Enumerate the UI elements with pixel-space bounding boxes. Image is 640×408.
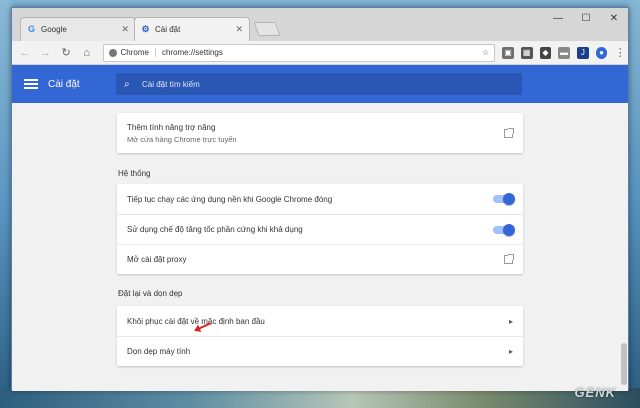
profile-avatar-icon[interactable]: ● xyxy=(595,46,608,59)
restore-defaults-row[interactable]: Khôi phục cài đặt về mặc định ban đầu ▸ xyxy=(117,306,523,336)
tab-label: Google xyxy=(41,25,67,34)
settings-header: Cài đặt ⌕ xyxy=(12,65,628,103)
scrollbar-thumb[interactable] xyxy=(621,343,627,385)
section-heading-reset: Đặt lại và dọn dẹp xyxy=(118,289,183,298)
tab-strip: G Google ✕ ⚙ Cài đặt ✕ — ☐ ✕ xyxy=(12,8,628,41)
address-bar[interactable]: Chrome chrome://settings ☆ xyxy=(102,43,496,62)
proxy-settings-row[interactable]: Mở cài đặt proxy xyxy=(117,244,523,274)
external-link-icon[interactable] xyxy=(504,254,514,264)
chevron-right-icon: ▸ xyxy=(508,316,513,326)
section-heading-system: Hệ thống xyxy=(118,169,151,178)
forward-arrow-icon[interactable]: → xyxy=(38,45,54,61)
cleanup-computer-row[interactable]: Dọn dẹp máy tính ▸ xyxy=(117,336,523,366)
tab-label: Cài đặt xyxy=(155,25,181,34)
genk-watermark: GENK xyxy=(574,385,616,400)
desktop-background-right xyxy=(628,0,640,408)
row-subtitle: Mở cửa hàng Chrome trực tuyến xyxy=(127,134,237,144)
desktop-background-bottom xyxy=(0,388,640,408)
home-icon[interactable]: ⌂ xyxy=(79,45,95,61)
external-link-icon[interactable] xyxy=(504,127,514,138)
tab-close-icon[interactable]: ✕ xyxy=(121,24,129,35)
tab-close-icon[interactable]: ✕ xyxy=(235,24,243,35)
row-label: Khôi phục cài đặt về mặc định ban đầu xyxy=(127,316,265,326)
hardware-acceleration-toggle[interactable] xyxy=(493,223,515,236)
j-extension-icon[interactable]: J xyxy=(576,46,589,59)
row-label: Dọn dẹp máy tính xyxy=(127,347,191,356)
maximize-button[interactable]: ☐ xyxy=(572,13,600,24)
back-arrow-icon[interactable]: ← xyxy=(17,45,33,61)
chevron-right-icon: ▸ xyxy=(508,347,513,356)
google-g-icon: G xyxy=(27,24,35,34)
new-tab-button[interactable] xyxy=(253,22,281,36)
minimize-button[interactable]: — xyxy=(544,13,572,24)
bookmark-star-icon[interactable]: ☆ xyxy=(482,48,489,57)
search-icon: ⌕ xyxy=(124,78,130,90)
system-card: Tiếp tục chạy các ứng dụng nền khi Googl… xyxy=(117,184,523,274)
chrome-window: G Google ✕ ⚙ Cài đặt ✕ — ☐ ✕ ← → ↻ ⌂ Chr… xyxy=(11,7,629,391)
background-apps-row[interactable]: Tiếp tục chạy các ứng dụng nền khi Googl… xyxy=(117,184,523,214)
settings-search[interactable]: ⌕ xyxy=(116,73,522,95)
tab-settings[interactable]: ⚙ Cài đặt ✕ xyxy=(134,17,250,41)
tab-google[interactable]: G Google ✕ xyxy=(20,17,136,41)
site-chip-label: Chrome xyxy=(120,48,149,57)
search-input[interactable] xyxy=(142,79,502,89)
qr-extension-icon[interactable]: ▦ xyxy=(520,46,533,59)
row-label: Sử dụng chế độ tăng tốc phần cứng khi kh… xyxy=(127,225,303,234)
close-window-button[interactable]: ✕ xyxy=(600,13,628,24)
reload-icon[interactable]: ↻ xyxy=(58,45,74,61)
add-accessibility-row[interactable]: Thêm tính năng trợ năng Mở cửa hàng Chro… xyxy=(117,113,523,153)
site-chip[interactable]: Chrome xyxy=(108,48,156,57)
gear-icon: ⚙ xyxy=(141,24,150,34)
row-label: Tiếp tục chạy các ứng dụng nền khi Googl… xyxy=(127,194,333,204)
extension-icon[interactable]: ▣ xyxy=(502,46,514,59)
menu-kebab-icon[interactable]: ⋮ xyxy=(612,45,628,61)
settings-content: Thêm tính năng trợ năng Mở cửa hàng Chro… xyxy=(12,103,628,391)
accessibility-card: Thêm tính năng trợ năng Mở cửa hàng Chro… xyxy=(117,113,523,153)
row-label: Mở cài đặt proxy xyxy=(127,255,187,264)
page-title: Cài đặt xyxy=(48,78,80,90)
chrome-icon xyxy=(108,48,117,57)
url-text: chrome://settings xyxy=(161,48,223,57)
shield-extension-icon[interactable]: ◆ xyxy=(539,46,552,59)
background-apps-toggle[interactable] xyxy=(493,193,515,205)
row-title: Thêm tính năng trợ năng xyxy=(127,122,216,132)
hardware-acceleration-row[interactable]: Sử dụng chế độ tăng tốc phần cứng khi kh… xyxy=(117,214,523,244)
hamburger-menu-icon[interactable] xyxy=(24,77,38,91)
gamepad-extension-icon[interactable]: ▬ xyxy=(558,46,570,59)
browser-toolbar: ← → ↻ ⌂ Chrome chrome://settings ☆ ▣ ▦ ◆… xyxy=(12,41,628,65)
reset-card: Khôi phục cài đặt về mặc định ban đầu ▸ … xyxy=(117,306,523,366)
scrollbar[interactable] xyxy=(620,103,628,391)
